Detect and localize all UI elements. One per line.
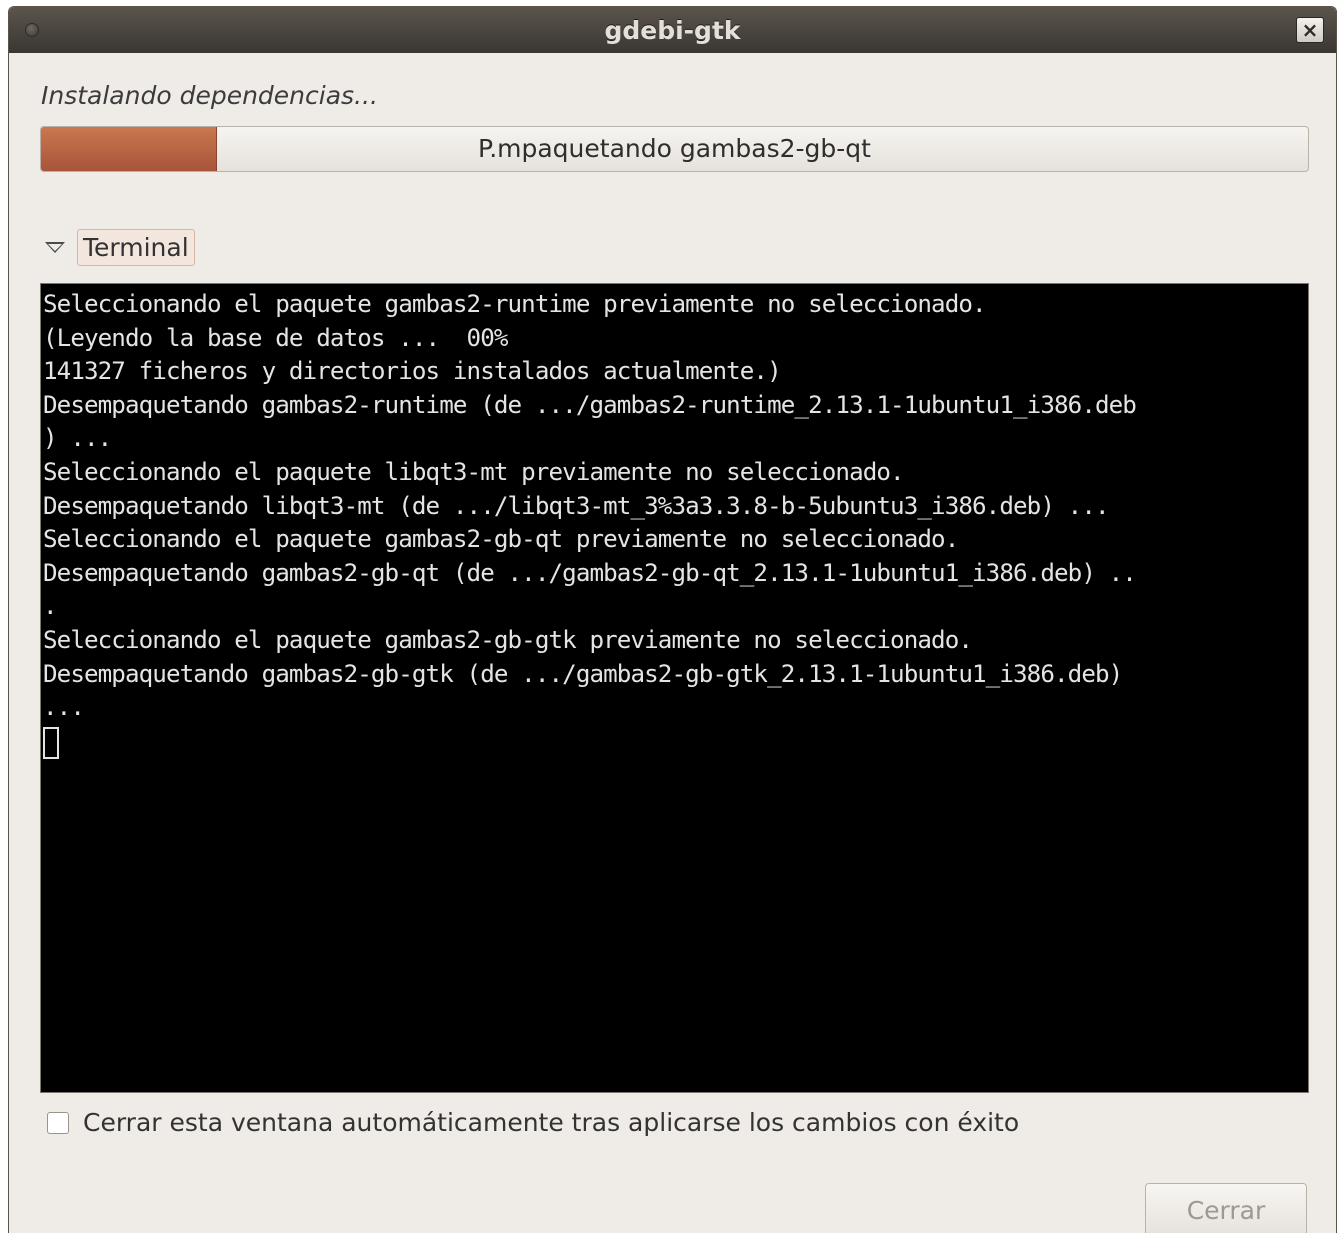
terminal-line: ) ...: [43, 424, 112, 453]
terminal-line: Desempaquetando gambas2-runtime (de .../…: [43, 390, 1137, 419]
close-button-label: Cerrar: [1186, 1196, 1266, 1225]
auto-close-label: Cerrar esta ventana automáticamente tras…: [83, 1108, 1020, 1137]
progress-text: P.mpaquetando gambas2-gb-qt: [478, 134, 871, 163]
window-title: gdebi-gtk: [604, 16, 741, 45]
triangle-down-icon: [45, 242, 65, 253]
terminal-line: Desempaquetando libqt3-mt (de .../libqt3…: [43, 491, 1110, 520]
terminal-line: 141327 ficheros y directorios instalados…: [43, 357, 782, 386]
terminal-line: Seleccionando el paquete gambas2-runtime…: [43, 290, 987, 318]
terminal-expander-label: Terminal: [77, 229, 195, 266]
terminal-expander[interactable]: Terminal: [45, 229, 195, 266]
terminal-line: (Leyendo la base de datos ... 00%: [43, 323, 508, 352]
close-window-button[interactable]: ×: [1296, 17, 1324, 43]
terminal-line: .: [43, 592, 58, 621]
status-label: Instalando dependencias...: [41, 81, 378, 110]
progress-bar: P.mpaquetando gambas2-gb-qt: [40, 126, 1309, 172]
terminal-line: Seleccionando el paquete libqt3-mt previ…: [43, 457, 905, 486]
terminal-output[interactable]: Seleccionando el paquete gambas2-runtime…: [40, 283, 1309, 1093]
terminal-cursor: [43, 726, 59, 759]
terminal-line: Desempaquetando gambas2-gb-qt (de .../ga…: [43, 558, 1137, 587]
close-icon: ×: [1301, 18, 1319, 42]
gdebi-window: gdebi-gtk × Instalando dependencias... P…: [8, 6, 1337, 1233]
title-bar[interactable]: gdebi-gtk ×: [9, 7, 1336, 53]
terminal-line: Seleccionando el paquete gambas2-gb-gtk …: [43, 625, 973, 654]
terminal-line: Desempaquetando gambas2-gb-gtk (de .../g…: [43, 659, 1123, 688]
close-button[interactable]: Cerrar: [1145, 1183, 1307, 1233]
terminal-line: Seleccionando el paquete gambas2-gb-qt p…: [43, 525, 959, 554]
auto-close-checkbox[interactable]: [47, 1111, 69, 1134]
auto-close-option[interactable]: Cerrar esta ventana automáticamente tras…: [47, 1108, 1019, 1137]
terminal-line: ...: [43, 693, 85, 722]
